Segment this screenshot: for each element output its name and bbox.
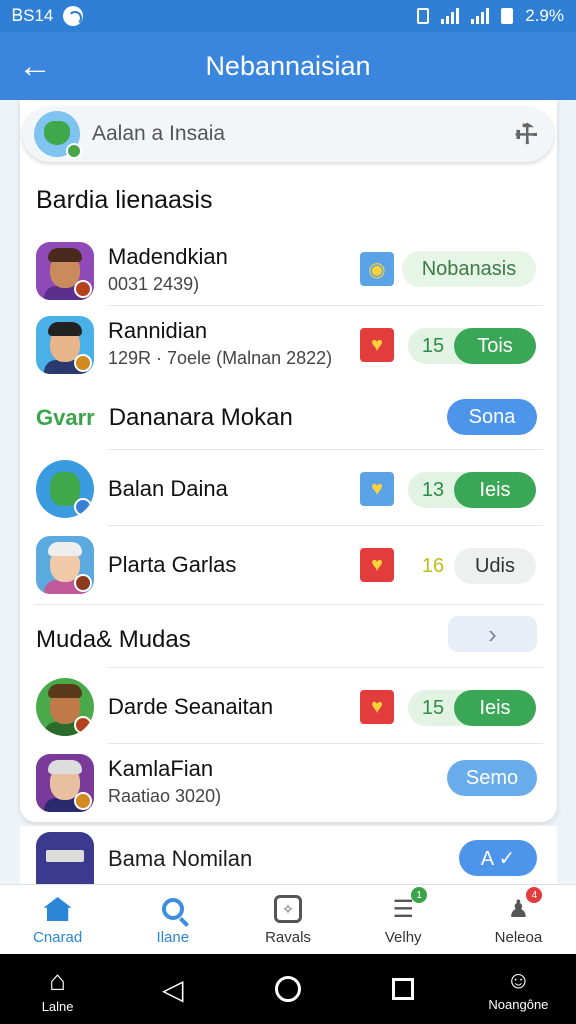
- triangle-back-icon: ◁: [162, 973, 184, 1005]
- item-name: Madendkian: [108, 244, 228, 269]
- item-name: Darde Seanaitan: [108, 694, 274, 719]
- system-overview-button[interactable]: [230, 976, 345, 1002]
- count: 15: [421, 696, 445, 719]
- page-title: Nebannaisian: [205, 50, 371, 81]
- square-recents-icon: [392, 978, 415, 1000]
- content-card: Aalan a Insaia ⚒ Bardia lienaasis Madend…: [20, 100, 557, 822]
- list-icon: ☰: [392, 895, 414, 923]
- item-subtitle: Raatiao 3020): [108, 786, 222, 806]
- action-label: Ieis: [454, 690, 536, 726]
- heart-icon: ♥: [360, 548, 394, 582]
- section-title-text: Dananara Mokan: [108, 404, 293, 431]
- notification-badge: 1: [411, 887, 428, 903]
- nav-rewards[interactable]: ✧ Ravals: [230, 885, 345, 954]
- system-home-button[interactable]: ⌂ Lalne: [0, 965, 115, 1014]
- action-button[interactable]: A ✓: [459, 840, 537, 876]
- nav-label: Ravals: [265, 929, 311, 946]
- search-icon: [161, 898, 184, 920]
- action-label: Udis: [454, 548, 536, 584]
- nav-label: Ilane: [156, 929, 190, 946]
- battery-icon: [501, 8, 514, 24]
- list-item[interactable]: KamlaFian Raatiao 3020) Semo: [20, 743, 557, 818]
- search-bar[interactable]: Aalan a Insaia ⚒: [22, 106, 554, 162]
- back-arrow-icon[interactable]: ←: [0, 32, 70, 100]
- system-recents-button[interactable]: [346, 978, 461, 1000]
- avatar: [36, 754, 94, 812]
- system-profile-button[interactable]: ☺ Noangône: [461, 967, 576, 1012]
- item-name: Balan Daina: [108, 476, 228, 501]
- item-name: KamlaFian: [108, 756, 214, 781]
- search-avatar: [34, 111, 82, 159]
- count-action-button[interactable]: 15 Tois: [408, 328, 536, 364]
- status-time: ᏴS14: [12, 6, 54, 25]
- item-name: Rannidian: [108, 318, 208, 343]
- avatar: [36, 460, 94, 518]
- system-home-label: Lalne: [41, 998, 74, 1014]
- circle-home-icon: [275, 976, 301, 1002]
- person-icon: ☺: [506, 966, 531, 994]
- list-item[interactable]: Balan Daina ♥ 13 Ieis: [20, 449, 557, 524]
- app-bar: ← Nebannaisian: [0, 32, 576, 100]
- signal-icon-2: [471, 8, 490, 24]
- signal-icon: [441, 8, 460, 24]
- nav-label: Velhy: [384, 929, 422, 946]
- count-action-button[interactable]: 13 Ieis: [408, 472, 536, 508]
- heart-icon: ♥: [360, 328, 394, 362]
- home-icon: [43, 897, 72, 921]
- avatar: [36, 678, 94, 736]
- avatar: [36, 832, 94, 884]
- action-button[interactable]: Semo: [447, 760, 537, 796]
- item-name: Plarta Garlas: [108, 552, 237, 577]
- item-name: Bama Nomilan: [108, 846, 253, 871]
- status-bar: ᏴS14 2.9%: [0, 0, 576, 32]
- nav-profile[interactable]: ♟ 4 Neleoa: [461, 885, 576, 954]
- section-logo: Gvarr: [36, 405, 95, 430]
- avatar: [36, 242, 94, 300]
- nav-search[interactable]: Ilane: [115, 885, 230, 954]
- chevron-right-button[interactable]: ›: [448, 616, 537, 652]
- nav-label: Neleoa: [494, 929, 543, 946]
- count: 13: [421, 478, 445, 501]
- bottom-nav: Cnarad Ilane ✧ Ravals ☰ 1 Velhy ♟ 4 Neleoa: [0, 884, 576, 954]
- section-title: Gvarr Dananara Mokan: [36, 404, 293, 432]
- system-back-button[interactable]: ◁: [115, 973, 230, 1006]
- list-item[interactable]: Plarta Garlas ♥ 16 Udis: [20, 525, 557, 600]
- count-action-button[interactable]: 15 Ieis: [408, 690, 536, 726]
- house-icon: ⌂: [49, 964, 67, 996]
- avatar: [36, 536, 94, 594]
- section-title: Bardia lienaasis: [36, 186, 213, 214]
- nav-label: Cnarad: [33, 929, 83, 946]
- battery-percent: 2.9%: [525, 6, 564, 25]
- item-subtitle: 0031 2439): [108, 274, 200, 294]
- game-icon: ✧: [274, 895, 302, 923]
- notification-badge: 4: [526, 887, 543, 903]
- count-action-button[interactable]: 16 Udis: [408, 548, 536, 584]
- action-label: Ieis: [454, 472, 536, 508]
- action-label: Tois: [454, 328, 536, 364]
- nav-home[interactable]: Cnarad: [0, 885, 115, 954]
- search-input[interactable]: Aalan a Insaia: [92, 122, 515, 146]
- list-item[interactable]: Darde Seanaitan ♥ 15 Ieis: [20, 667, 557, 742]
- people-icon: ♟: [507, 895, 530, 923]
- list-item[interactable]: Rannidian 129R · 7oele (Malnan 2822) ♥ 1…: [20, 305, 557, 380]
- section-title: Muda& Mudas: [36, 626, 191, 653]
- count: 15: [421, 334, 445, 357]
- heart-icon: ♥: [360, 472, 394, 506]
- avatar: [36, 316, 94, 374]
- hotspot-icon: [63, 6, 84, 26]
- system-profile-label: Noangône: [488, 996, 549, 1012]
- tools-icon[interactable]: ⚒: [507, 115, 545, 153]
- count: 16: [421, 554, 445, 577]
- section-action-button[interactable]: Sona: [447, 399, 537, 435]
- list-item[interactable]: Bama Nomilan A ✓: [20, 826, 557, 884]
- sim-icon: [417, 8, 430, 24]
- list-item[interactable]: Madendkian 0031 2439) ◉ Nobanasis: [20, 234, 557, 306]
- action-button[interactable]: Nobanasis: [402, 251, 536, 287]
- pot-icon: ◉: [360, 252, 394, 286]
- item-subtitle: 129R · 7oele (Malnan 2822): [108, 348, 333, 368]
- nav-messages[interactable]: ☰ 1 Velhy: [346, 885, 461, 954]
- heart-icon: ♥: [360, 690, 394, 724]
- system-nav: ⌂ Lalne ◁ ☺ Noangône: [0, 954, 576, 1024]
